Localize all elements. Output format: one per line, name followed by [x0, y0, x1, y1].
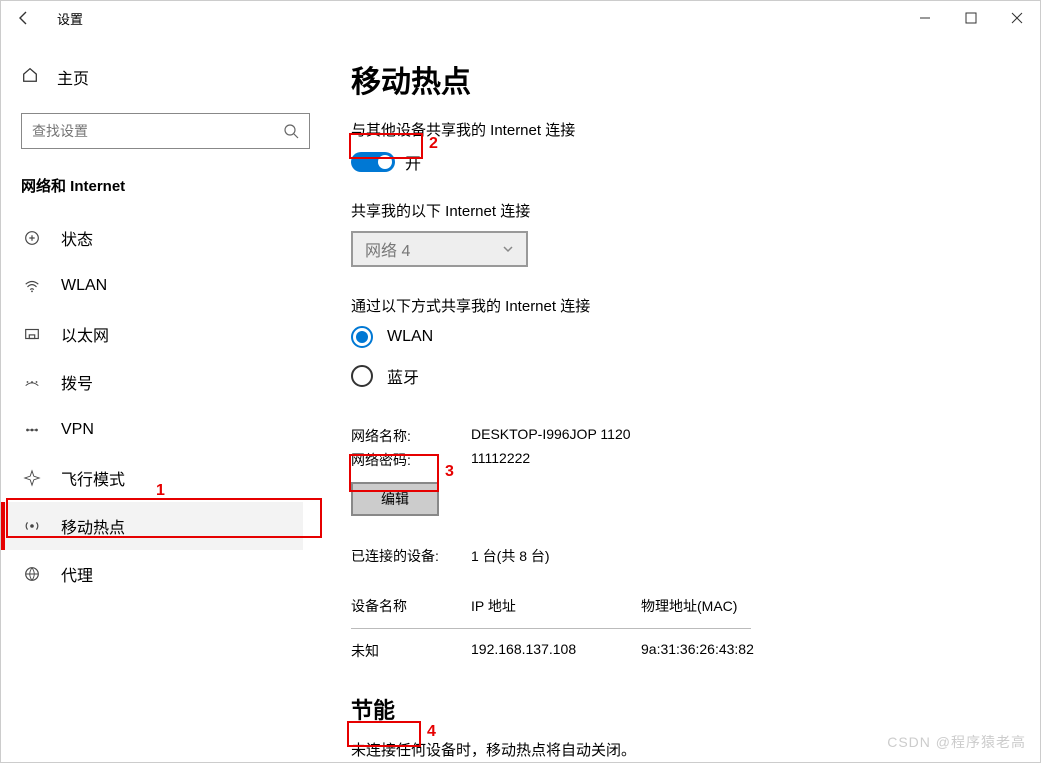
close-icon	[1011, 12, 1023, 24]
nav-proxy[interactable]: 代理	[1, 550, 303, 598]
share-label: 与其他设备共享我的 Internet 连接	[351, 119, 1012, 140]
nav-label: 代理	[61, 562, 93, 586]
home-label: 主页	[57, 65, 89, 89]
watermark: CSDN @程序猿老高	[887, 732, 1026, 752]
annotation-num-3: 3	[445, 463, 454, 481]
nav-label: 以太网	[61, 322, 109, 346]
search-input[interactable]	[32, 123, 283, 139]
share-toggle[interactable]: 开	[351, 150, 1012, 174]
nav-list: 状态 WLAN 以太网 拨号 VPN 飞行模式 移动热点 代理	[1, 214, 303, 598]
nav-label: 飞行模式	[61, 466, 125, 490]
annotation-num-1: 1	[156, 482, 165, 500]
col-mac: 物理地址(MAC)	[641, 596, 841, 616]
search-icon	[283, 123, 299, 139]
device-name: 未知	[351, 641, 471, 661]
chevron-down-icon	[502, 243, 514, 255]
divider	[351, 628, 751, 629]
share-over-label: 通过以下方式共享我的 Internet 连接	[351, 295, 1012, 316]
nav-airplane[interactable]: 飞行模式	[1, 454, 303, 502]
nav-label: 移动热点	[61, 514, 125, 538]
search-box[interactable]	[21, 113, 310, 149]
annotation-num-4: 4	[427, 723, 436, 741]
nav-status[interactable]: 状态	[1, 214, 303, 262]
annotation-num-2: 2	[429, 135, 438, 153]
hotspot-icon	[21, 517, 43, 535]
sidebar: 主页 网络和 Internet 状态 WLAN 以太网 拨号 VPN 飞行模式 …	[1, 35, 323, 762]
edit-button[interactable]: 编辑	[351, 482, 439, 516]
device-row: 未知 192.168.137.108 9a:31:36:26:43:82	[351, 641, 1012, 661]
nav-wlan[interactable]: WLAN	[1, 262, 303, 310]
home-link[interactable]: 主页	[21, 59, 303, 95]
nav-label: 拨号	[61, 370, 93, 394]
nav-ethernet[interactable]: 以太网	[1, 310, 303, 358]
close-button[interactable]	[994, 1, 1040, 35]
power-title: 节能	[351, 693, 1012, 725]
window-title: 设置	[57, 9, 83, 28]
dialup-icon	[21, 375, 43, 389]
radio-bluetooth[interactable]: 蓝牙	[351, 364, 1012, 388]
col-name: 设备名称	[351, 596, 471, 616]
nav-dialup[interactable]: 拨号	[1, 358, 303, 406]
device-ip: 192.168.137.108	[471, 641, 641, 661]
airplane-icon	[21, 469, 43, 487]
maximize-button[interactable]	[948, 1, 994, 35]
ethernet-icon	[21, 325, 43, 343]
category-title: 网络和 Internet	[21, 175, 303, 196]
status-icon	[21, 229, 43, 247]
net-name-label: 网络名称:	[351, 426, 471, 446]
home-icon	[21, 66, 39, 89]
page-title: 移动热点	[351, 57, 1012, 101]
net-pwd-value: 11112222	[471, 450, 530, 470]
radio-wlan[interactable]: WLAN	[351, 326, 1012, 348]
net-name-value: DESKTOP-I996JOP 1120	[471, 426, 631, 446]
window-controls	[902, 1, 1040, 35]
radio-bt-label: 蓝牙	[387, 364, 419, 388]
connected-value: 1 台(共 8 台)	[471, 546, 550, 566]
proxy-icon	[21, 565, 43, 583]
nav-label: WLAN	[61, 277, 107, 295]
maximize-icon	[965, 12, 977, 24]
back-button[interactable]	[1, 1, 47, 35]
dropdown-value: 网络 4	[365, 237, 410, 261]
arrow-left-icon	[16, 10, 32, 26]
titlebar: 设置	[1, 1, 1040, 35]
share-from-dropdown[interactable]: 网络 4	[351, 231, 528, 267]
nav-label: VPN	[61, 421, 94, 439]
minimize-icon	[919, 12, 931, 24]
minimize-button[interactable]	[902, 1, 948, 35]
share-toggle-state: 开	[405, 150, 421, 174]
nav-label: 状态	[61, 226, 93, 250]
share-from-label: 共享我的以下 Internet 连接	[351, 200, 1012, 221]
vpn-icon	[21, 421, 43, 439]
wifi-icon	[21, 277, 43, 295]
col-ip: IP 地址	[471, 596, 641, 616]
connected-label: 已连接的设备:	[351, 546, 471, 566]
device-table-header: 设备名称 IP 地址 物理地址(MAC)	[351, 596, 1012, 616]
nav-vpn[interactable]: VPN	[1, 406, 303, 454]
device-mac: 9a:31:36:26:43:82	[641, 641, 841, 661]
nav-hotspot[interactable]: 移动热点	[1, 502, 303, 550]
radio-wlan-label: WLAN	[387, 328, 433, 346]
